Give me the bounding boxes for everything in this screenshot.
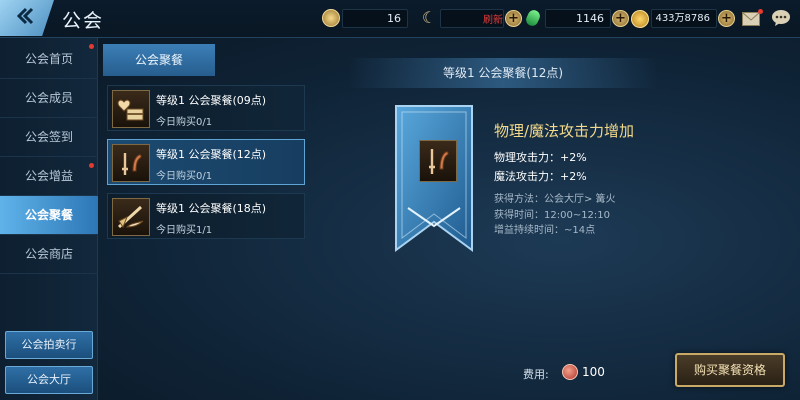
sidebar-item-guild-shop[interactable]: 公会商店: [0, 235, 98, 274]
sidebar-item-label: 公会聚餐: [24, 208, 73, 222]
diamond-value: 1146: [576, 12, 604, 25]
heart-feast-icon: [112, 90, 150, 128]
sidebar-item-label: 公会增益: [24, 169, 73, 183]
stat-physical-attack: 物理攻击力：+2%: [494, 151, 587, 164]
gold-display: 433万8786: [651, 9, 717, 28]
currency-c-icon: ☾: [421, 8, 437, 27]
buy-feast-label: 购买聚餐资格: [693, 363, 766, 377]
add-gold-button[interactable]: +: [718, 10, 735, 27]
cost-label: 费用:: [523, 368, 549, 381]
guild-hall-button[interactable]: 公会大厅: [5, 366, 93, 394]
feast-item-09[interactable]: 等级1 公会聚餐(09点) 今日购买0/1: [107, 85, 305, 131]
sidebar-item-label: 公会首页: [24, 52, 73, 66]
tab-guild-feast[interactable]: 公会聚餐: [103, 44, 215, 76]
sidebar-item-label: 公会成员: [24, 91, 73, 105]
sidebar-item-guild-home[interactable]: 公会首页: [0, 40, 98, 79]
buy-feast-button[interactable]: 购买聚餐资格: [675, 353, 785, 387]
refresh-label[interactable]: 刷新: [483, 11, 503, 26]
info-buff-duration: 增益持续时间：~14点: [494, 225, 596, 236]
buffs-notification-dot: [89, 163, 94, 168]
sidebar: 公会首页 公会成员 公会签到 公会增益 公会聚餐 公会商店 公会拍卖行 公会大厅: [0, 38, 98, 400]
diamond-display: 1146: [545, 9, 611, 28]
mail-icon[interactable]: [742, 11, 760, 26]
feast-item-title: 等级1 公会聚餐(09点): [156, 94, 267, 107]
sidebar-item-label: 公会签到: [24, 130, 73, 144]
add-currency-c-button[interactable]: +: [505, 10, 522, 27]
sidebar-item-guild-buffs[interactable]: 公会增益: [0, 157, 98, 196]
add-diamond-button[interactable]: +: [612, 10, 629, 27]
gold-value: 433万8786: [655, 13, 710, 24]
sidebar-item-label: 公会商店: [24, 247, 73, 261]
guild-coin-icon: [322, 9, 340, 27]
diamond-icon: [524, 8, 542, 28]
cost-value: 100: [582, 365, 605, 379]
sidebar-item-guild-members[interactable]: 公会成员: [0, 79, 98, 118]
back-arrow-icon: [12, 5, 34, 31]
winged-sword-icon: [112, 198, 150, 236]
back-button[interactable]: [0, 0, 54, 36]
stat-magic-attack: 魔法攻击力：+2%: [494, 170, 587, 183]
gold-coin-icon: [631, 10, 649, 28]
detail-header: 等级1 公会聚餐(12点): [348, 58, 658, 88]
mail-notification-dot: [758, 9, 763, 14]
feast-item-12[interactable]: 等级1 公会聚餐(12点) 今日购买0/1: [107, 139, 305, 185]
home-notification-dot: [89, 44, 94, 49]
sidebar-item-guild-checkin[interactable]: 公会签到: [0, 118, 98, 157]
page-title: 公会: [62, 10, 105, 32]
guild-auction-label: 公会拍卖行: [21, 338, 77, 351]
guild-hall-label: 公会大厅: [27, 373, 71, 386]
guild-funds-display: 16: [342, 9, 408, 28]
feast-item-title: 等级1 公会聚餐(12点): [156, 148, 267, 161]
sword-rune-icon: [112, 144, 150, 182]
feast-item-18[interactable]: 等级1 公会聚餐(18点) 今日购买1/1: [107, 193, 305, 239]
feast-item-purchase-count: 今日购买0/1: [156, 171, 213, 182]
chat-icon[interactable]: [771, 9, 791, 27]
guild-funds-value: 16: [387, 12, 401, 25]
feast-item-purchase-count: 今日购买0/1: [156, 117, 213, 128]
top-bar: 公会 16 ☾ 刷新 + 1146 + 433万8786 +: [0, 0, 800, 38]
buff-title: 物理/魔法攻击力增加: [494, 122, 635, 140]
buff-sword-rune-icon: [419, 140, 457, 182]
sidebar-item-guild-feast[interactable]: 公会聚餐: [0, 196, 98, 235]
info-obtain-method: 获得方法：公会大厅> 篝火: [494, 194, 616, 205]
feast-item-purchase-count: 今日购买1/1: [156, 225, 213, 236]
guild-auction-button[interactable]: 公会拍卖行: [5, 331, 93, 359]
cost-currency-icon: [562, 364, 578, 380]
info-obtain-time: 获得时间：12:00~12:10: [494, 210, 611, 221]
feast-item-title: 等级1 公会聚餐(18点): [156, 202, 267, 215]
